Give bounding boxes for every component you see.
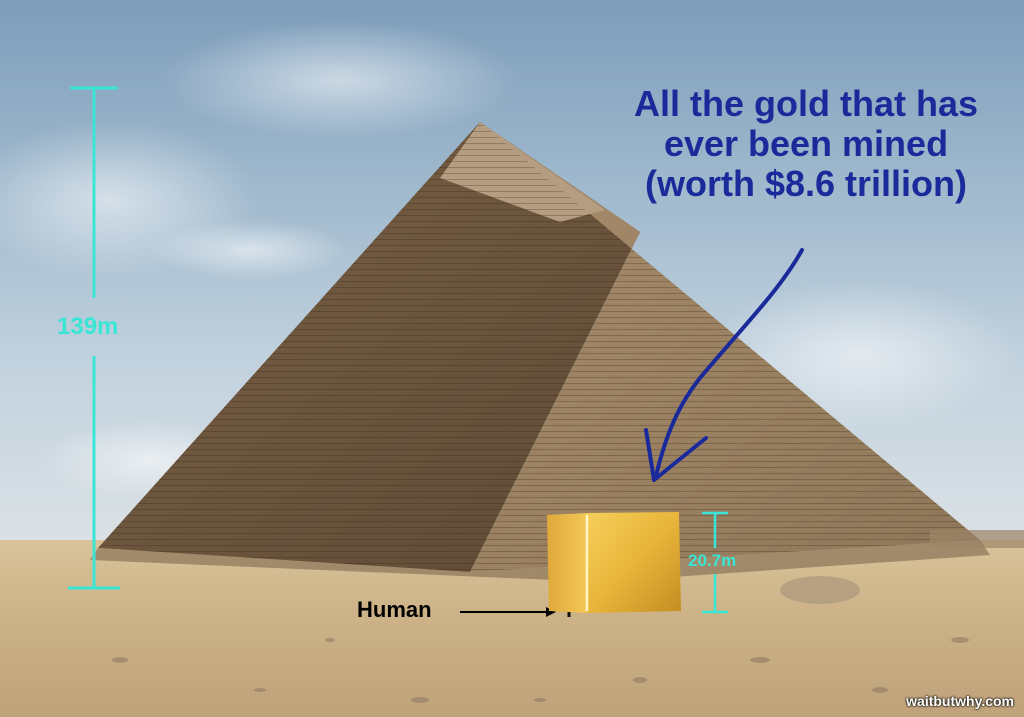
headline-line-1: All the gold that has <box>633 83 978 124</box>
scene: All the gold that has ever been mined (w… <box>0 0 1024 717</box>
human-label: Human <box>357 597 432 622</box>
human-pointer-arrow <box>460 607 556 617</box>
site-credit: waitbutwhy.com <box>906 693 1014 709</box>
gold-cube <box>547 512 681 613</box>
headline: All the gold that has ever been mined (w… <box>590 84 1022 204</box>
headline-line-3: (worth $8.6 trillion) <box>644 163 967 204</box>
pyramid-height-label: 139m <box>57 313 119 340</box>
cube-height-label: 20.7m <box>688 551 737 570</box>
headline-line-2: ever been mined <box>663 123 949 164</box>
